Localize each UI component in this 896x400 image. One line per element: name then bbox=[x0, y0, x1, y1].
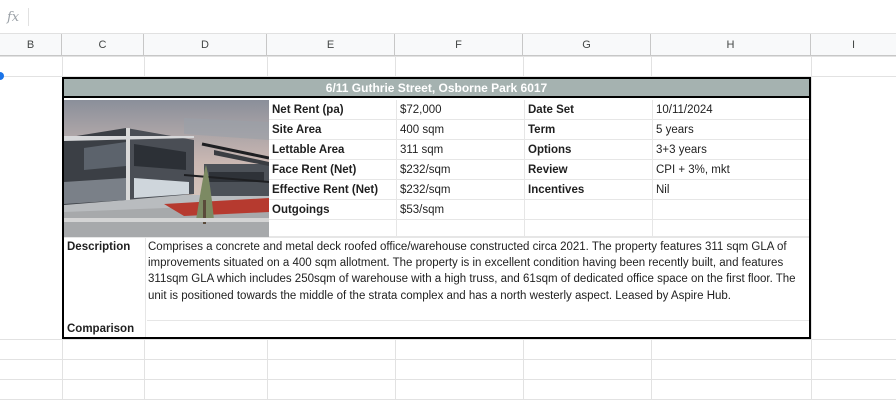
property-title[interactable]: 6/11 Guthrie Street, Osborne Park 6017 bbox=[64, 79, 809, 98]
column-header-c[interactable]: C bbox=[62, 34, 144, 56]
outgoings-value[interactable]: $53/sqm bbox=[397, 200, 525, 220]
building-image bbox=[64, 100, 269, 237]
site-area-value[interactable]: 400 sqm bbox=[397, 120, 525, 140]
options-label[interactable]: Options bbox=[525, 140, 653, 160]
column-divider bbox=[145, 237, 146, 337]
column-header-h[interactable]: H bbox=[651, 34, 811, 56]
face-rent-value[interactable]: $232/sqm bbox=[397, 160, 525, 180]
property-photo bbox=[64, 100, 269, 237]
term-value[interactable]: 5 years bbox=[653, 120, 809, 140]
column-header: B C D E F G H I bbox=[0, 34, 896, 56]
lettable-area-value[interactable]: 311 sqm bbox=[397, 140, 525, 160]
review-value[interactable]: CPI + 3%, mkt bbox=[653, 160, 809, 180]
grid-line bbox=[811, 56, 812, 400]
site-area-label[interactable]: Site Area bbox=[269, 120, 397, 140]
fx-icon: fx bbox=[7, 10, 20, 25]
grid-line bbox=[0, 339, 896, 340]
property-card: 6/11 Guthrie Street, Osborne Park 6017 N… bbox=[62, 77, 811, 339]
date-set-label[interactable]: Date Set bbox=[525, 100, 653, 120]
outgoings-label[interactable]: Outgoings bbox=[269, 200, 397, 220]
term-label[interactable]: Term bbox=[525, 120, 653, 140]
options-value[interactable]: 3+3 years bbox=[653, 140, 809, 160]
column-header-e[interactable]: E bbox=[267, 34, 395, 56]
row-divider bbox=[147, 320, 809, 321]
lettable-area-label[interactable]: Lettable Area bbox=[269, 140, 397, 160]
effective-rent-label[interactable]: Effective Rent (Net) bbox=[269, 180, 397, 200]
empty-cell[interactable] bbox=[653, 220, 809, 237]
date-set-value[interactable]: 10/11/2024 bbox=[653, 100, 809, 120]
empty-label-cell[interactable] bbox=[525, 200, 653, 220]
effective-rent-value[interactable]: $232/sqm bbox=[397, 180, 525, 200]
incentives-label[interactable]: Incentives bbox=[525, 180, 653, 200]
grid-line bbox=[0, 359, 896, 360]
formula-bar-divider bbox=[28, 8, 29, 26]
net-rent-value[interactable]: $72,000 bbox=[397, 100, 525, 120]
description-label[interactable]: Description bbox=[64, 239, 130, 255]
column-header-f[interactable]: F bbox=[395, 34, 523, 56]
grid-line bbox=[0, 379, 896, 380]
row-divider bbox=[64, 237, 809, 238]
description-text[interactable]: Comprises a concrete and metal deck roof… bbox=[147, 239, 809, 304]
column-header-b[interactable]: B bbox=[0, 34, 62, 56]
net-rent-label[interactable]: Net Rent (pa) bbox=[269, 100, 397, 120]
empty-cell[interactable] bbox=[269, 220, 397, 237]
column-header-g[interactable]: G bbox=[523, 34, 651, 56]
face-rent-label[interactable]: Face Rent (Net) bbox=[269, 160, 397, 180]
column-header-d[interactable]: D bbox=[144, 34, 267, 56]
empty-cell[interactable] bbox=[525, 220, 653, 237]
empty-value-cell[interactable] bbox=[653, 200, 809, 220]
formula-bar[interactable]: fx bbox=[0, 0, 896, 34]
column-header-i[interactable]: I bbox=[811, 34, 896, 56]
review-label[interactable]: Review bbox=[525, 160, 653, 180]
incentives-value[interactable]: Nil bbox=[653, 180, 809, 200]
comparison-label[interactable]: Comparison bbox=[64, 321, 134, 337]
grid-line bbox=[0, 56, 896, 57]
empty-cell[interactable] bbox=[397, 220, 525, 237]
